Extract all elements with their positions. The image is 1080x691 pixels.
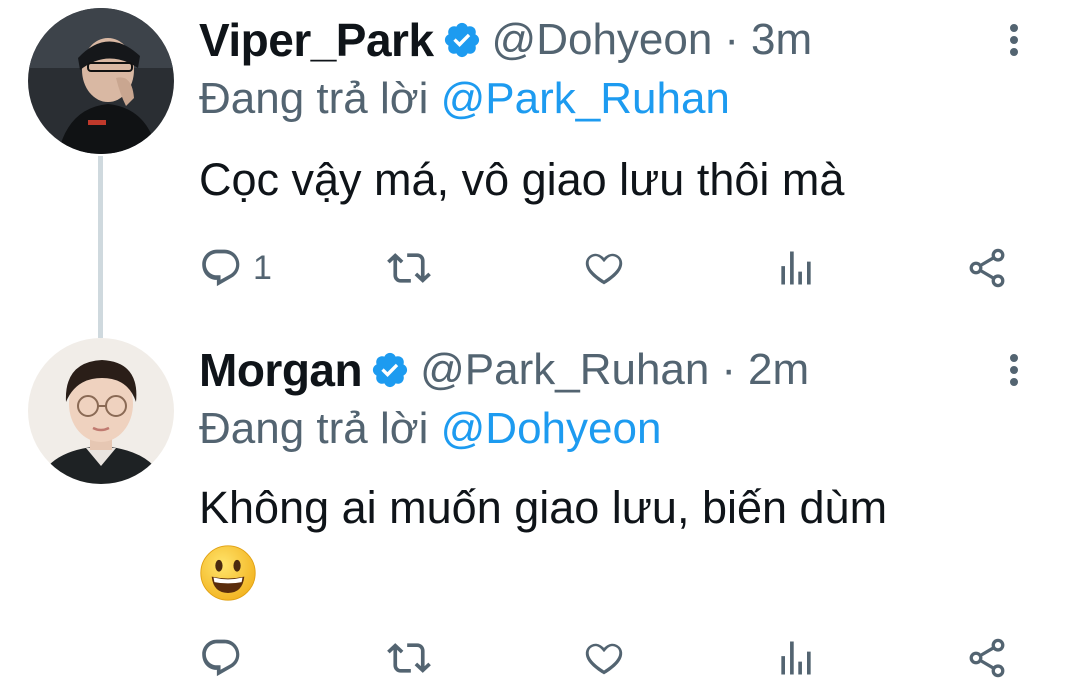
share-button[interactable] xyxy=(965,630,1009,686)
like-icon xyxy=(585,253,623,285)
timestamp[interactable]: 3m xyxy=(751,15,812,65)
tweet-header: Morgan @Park_Ruhan · 2m xyxy=(199,342,809,398)
separator-dot: · xyxy=(721,345,737,394)
avatar[interactable] xyxy=(28,338,174,484)
retweet-button[interactable] xyxy=(387,240,431,296)
tweet[interactable]: Morgan @Park_Ruhan · 2m Đang trả lời @Do… xyxy=(0,330,1080,691)
views-button[interactable] xyxy=(774,630,818,686)
views-button[interactable] xyxy=(774,240,818,296)
separator-dot: · xyxy=(724,15,739,64)
replying-to-mention[interactable]: @Dohyeon xyxy=(441,404,662,453)
retweet-icon xyxy=(387,253,431,283)
tweet-text-line: Không ai muốn giao lưu, biến dùm xyxy=(199,482,888,533)
share-icon xyxy=(969,638,1005,678)
retweet-button[interactable] xyxy=(387,630,431,686)
tweet[interactable]: Viper_Park @Dohyeon · 3m Đang trả lời @P… xyxy=(0,0,1080,338)
thread-line xyxy=(98,156,103,338)
stats-icon xyxy=(781,251,811,285)
replying-to-label: Đang trả lời xyxy=(199,404,429,453)
tweet-actions xyxy=(199,630,1060,686)
share-button[interactable] xyxy=(965,240,1009,296)
replying-to: Đang trả lời @Park_Ruhan xyxy=(199,74,730,124)
reply-icon xyxy=(202,249,240,287)
user-handle[interactable]: @Dohyeon xyxy=(492,15,713,65)
stats-icon xyxy=(781,641,811,675)
like-button[interactable] xyxy=(582,630,626,686)
tweet-text: Cọc vậy má, vô giao lưu thôi mà xyxy=(199,154,845,205)
timestamp[interactable]: 2m xyxy=(748,345,809,395)
tweet-text: Không ai muốn giao lưu, biến dùm xyxy=(199,478,887,608)
verified-badge-icon xyxy=(442,20,482,60)
reply-icon xyxy=(202,639,240,677)
display-name[interactable]: Viper_Park xyxy=(199,13,434,67)
share-icon xyxy=(969,248,1005,288)
replying-to-mention[interactable]: @Park_Ruhan xyxy=(441,74,730,123)
reply-count: 1 xyxy=(253,248,272,287)
reply-button[interactable]: 1 xyxy=(199,240,272,296)
more-options-icon[interactable] xyxy=(1004,24,1024,56)
like-icon xyxy=(585,643,623,675)
smiling-face-emoji xyxy=(200,545,256,601)
reply-button[interactable] xyxy=(199,630,243,686)
verified-badge-icon xyxy=(370,350,410,390)
replying-to: Đang trả lời @Dohyeon xyxy=(199,404,661,454)
like-button[interactable] xyxy=(582,240,626,296)
retweet-icon xyxy=(387,643,431,673)
user-handle[interactable]: @Park_Ruhan xyxy=(420,345,709,395)
tweet-header: Viper_Park @Dohyeon · 3m xyxy=(199,12,812,68)
display-name[interactable]: Morgan xyxy=(199,343,363,397)
avatar[interactable] xyxy=(28,8,174,154)
replying-to-label: Đang trả lời xyxy=(199,74,429,123)
more-options-icon[interactable] xyxy=(1004,354,1024,386)
tweet-actions: 1 xyxy=(199,240,1060,296)
